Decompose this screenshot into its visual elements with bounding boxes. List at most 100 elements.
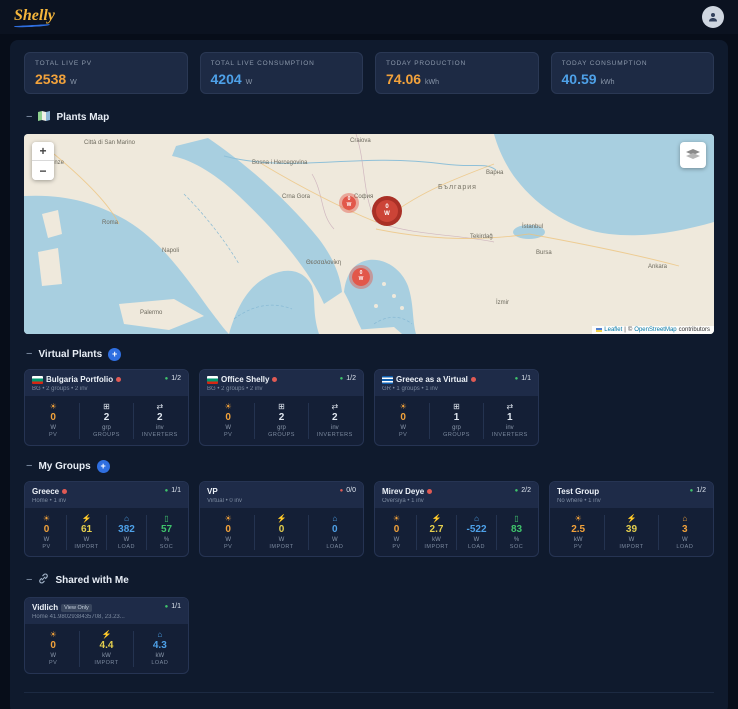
stat-label: TODAY PRODUCTION bbox=[386, 60, 466, 67]
group-card[interactable]: Test Group No where • 1 inv 1/2 ☀ 2.5 kW… bbox=[549, 480, 714, 557]
stat-pv: ☀ 2.5 kW PV bbox=[571, 513, 586, 550]
alert-dot bbox=[62, 488, 68, 494]
marker-unit: W bbox=[346, 202, 352, 208]
collapse-toggle[interactable]: − bbox=[26, 574, 32, 586]
house-icon: ⌂ bbox=[682, 513, 688, 523]
alert-dot bbox=[272, 377, 278, 382]
stat-pv: ☀ 0 W PV bbox=[48, 630, 58, 666]
attr-copyright: © bbox=[627, 327, 633, 333]
stat-value: 74.06 bbox=[386, 71, 422, 87]
stat-load: ⌂ -522 W LOAD bbox=[456, 514, 496, 550]
group-card[interactable]: VP Virtual • 0 inv 0/0 ☀ 0 W PV ⚡ bbox=[199, 480, 364, 557]
stat-groups: ⊞ 2 grp GROUPS bbox=[79, 403, 132, 439]
sun-icon: ☀ bbox=[49, 630, 57, 639]
leaflet-link[interactable]: Leaflet bbox=[604, 327, 622, 333]
stat-unit: W bbox=[245, 79, 253, 86]
virtual-plant-card[interactable]: Bulgaria Portfolio BG • 2 groups • 2 inv… bbox=[24, 369, 189, 446]
sun-icon: ☀ bbox=[399, 402, 407, 411]
app-logo[interactable]: Shelly bbox=[13, 7, 55, 28]
sun-icon: ☀ bbox=[574, 513, 582, 523]
online-dot bbox=[515, 375, 519, 382]
stat-soc: ▯ 83 % SOC bbox=[496, 514, 536, 550]
online-dot bbox=[165, 375, 169, 382]
plant-marker[interactable]: 0 W bbox=[339, 193, 359, 213]
group-name: Mirev Deye bbox=[382, 486, 425, 496]
collapse-toggle[interactable]: − bbox=[26, 460, 32, 472]
stat-load: ⌂ 3 W LOAD bbox=[657, 513, 711, 550]
bulgaria-flag-icon bbox=[207, 375, 218, 384]
zoom-out-button[interactable]: − bbox=[32, 161, 54, 180]
attr-separator: | bbox=[624, 327, 626, 333]
inverter-icon: ⇄ bbox=[156, 402, 164, 411]
stat-card-today-consumption: TODAY CONSUMPTION 40.59 kWh bbox=[550, 52, 714, 94]
view-only-badge: View Only bbox=[61, 603, 92, 612]
group-card[interactable]: Greece Home • 1 inv 1/1 ☀ 0 W PV bbox=[24, 480, 189, 557]
stat-pv: ☀ 0 W PV bbox=[223, 402, 233, 438]
house-icon: ⌂ bbox=[332, 513, 338, 523]
virtual-plant-card[interactable]: Office Shelly BG • 2 groups • 2 inv 1/2 … bbox=[199, 369, 364, 446]
collapse-toggle[interactable]: − bbox=[26, 111, 32, 123]
add-virtual-plant-button[interactable]: + bbox=[108, 348, 122, 361]
zoom-in-button[interactable]: + bbox=[32, 142, 54, 161]
battery-icon: ▯ bbox=[164, 513, 169, 523]
section-title: Shared with Me bbox=[55, 574, 129, 586]
plant-marker[interactable]: 0 W bbox=[349, 265, 373, 289]
bulgaria-flag-icon bbox=[32, 375, 43, 384]
plant-cluster-marker[interactable]: 0 W bbox=[372, 196, 402, 226]
virtual-plant-card[interactable]: Greece as a Virtual GR • 1 groups • 1 in… bbox=[374, 369, 539, 446]
stat-value: 40.59 bbox=[561, 71, 597, 87]
group-name: Greece bbox=[32, 486, 60, 496]
top-bar: Shelly bbox=[0, 0, 738, 34]
plant-name: Bulgaria Portfolio bbox=[46, 375, 114, 384]
user-avatar-button[interactable] bbox=[702, 6, 724, 28]
online-dot bbox=[165, 603, 169, 610]
greece-flag-icon bbox=[382, 375, 393, 384]
sun-icon: ☀ bbox=[224, 402, 232, 411]
group-name: Test Group bbox=[557, 486, 600, 496]
stat-value: 2538 bbox=[35, 71, 67, 87]
section-title: My Groups bbox=[38, 460, 91, 472]
stat-label: TOTAL LIVE PV bbox=[35, 60, 92, 67]
marker-unit: W bbox=[358, 276, 364, 282]
plants-map[interactable]: Città di San Marino Firenze Roma Napoli … bbox=[24, 134, 714, 334]
online-dot bbox=[165, 487, 169, 494]
bolt-icon: ⚡ bbox=[276, 513, 287, 523]
sun-icon: ☀ bbox=[49, 402, 57, 411]
online-dot bbox=[515, 487, 519, 494]
online-count: 1/1 bbox=[171, 603, 181, 610]
alert-dot bbox=[116, 377, 122, 382]
inverter-icon: ⇄ bbox=[331, 402, 339, 411]
bolt-icon: ⚡ bbox=[101, 630, 112, 639]
bolt-icon: ⚡ bbox=[626, 513, 637, 523]
online-count: 1/2 bbox=[171, 375, 181, 382]
stat-load: ⌂ 0 W LOAD bbox=[307, 513, 361, 550]
group-card[interactable]: Mirev Deye Oversiya • 1 inv 2/2 ☀ 0 W PV bbox=[374, 480, 539, 557]
map-tiles bbox=[24, 134, 714, 334]
add-group-button[interactable]: + bbox=[96, 459, 110, 473]
groups-icon: ⊞ bbox=[278, 402, 285, 411]
stat-inverters: ⇄ 2 inv INVERTERS bbox=[132, 402, 186, 439]
house-icon: ⌂ bbox=[157, 630, 163, 639]
alert-dot bbox=[427, 488, 433, 494]
shared-plant-card[interactable]: Vidlich View Only Home 41.9802938435708,… bbox=[24, 597, 189, 674]
online-count: 1/1 bbox=[521, 375, 531, 382]
collapse-toggle[interactable]: − bbox=[26, 349, 32, 360]
osm-link[interactable]: OpenStreetMap bbox=[634, 327, 676, 333]
stat-value: 4204 bbox=[210, 71, 242, 87]
sun-icon: ☀ bbox=[392, 513, 401, 523]
section-title: Virtual Plants bbox=[38, 349, 103, 360]
online-count: 0/0 bbox=[346, 486, 356, 494]
attr-tail: contributors bbox=[678, 327, 710, 333]
stat-pv: ☀ 0 W PV bbox=[392, 513, 401, 550]
stat-card-today-production: TODAY PRODUCTION 74.06 kWh bbox=[375, 52, 539, 94]
stat-soc: ▯ 57 % SOC bbox=[146, 513, 186, 550]
shared-grid: Vidlich View Only Home 41.9802938435708,… bbox=[24, 597, 714, 674]
group-name: VP bbox=[207, 486, 218, 496]
stat-load: ⌂ 4.3 kW LOAD bbox=[132, 630, 186, 667]
plant-subtitle: BG • 2 groups • 2 inv bbox=[207, 386, 263, 392]
stat-unit: W bbox=[70, 79, 77, 86]
map-layers-control[interactable] bbox=[680, 142, 706, 168]
dashboard-panel: TOTAL LIVE PV 2538 W TOTAL LIVE CONSUMPT… bbox=[10, 40, 728, 709]
map-attribution: Leaflet | © OpenStreetMap contributors bbox=[592, 326, 714, 334]
stat-import: ⚡ 4.4 kW IMPORT bbox=[79, 631, 132, 667]
